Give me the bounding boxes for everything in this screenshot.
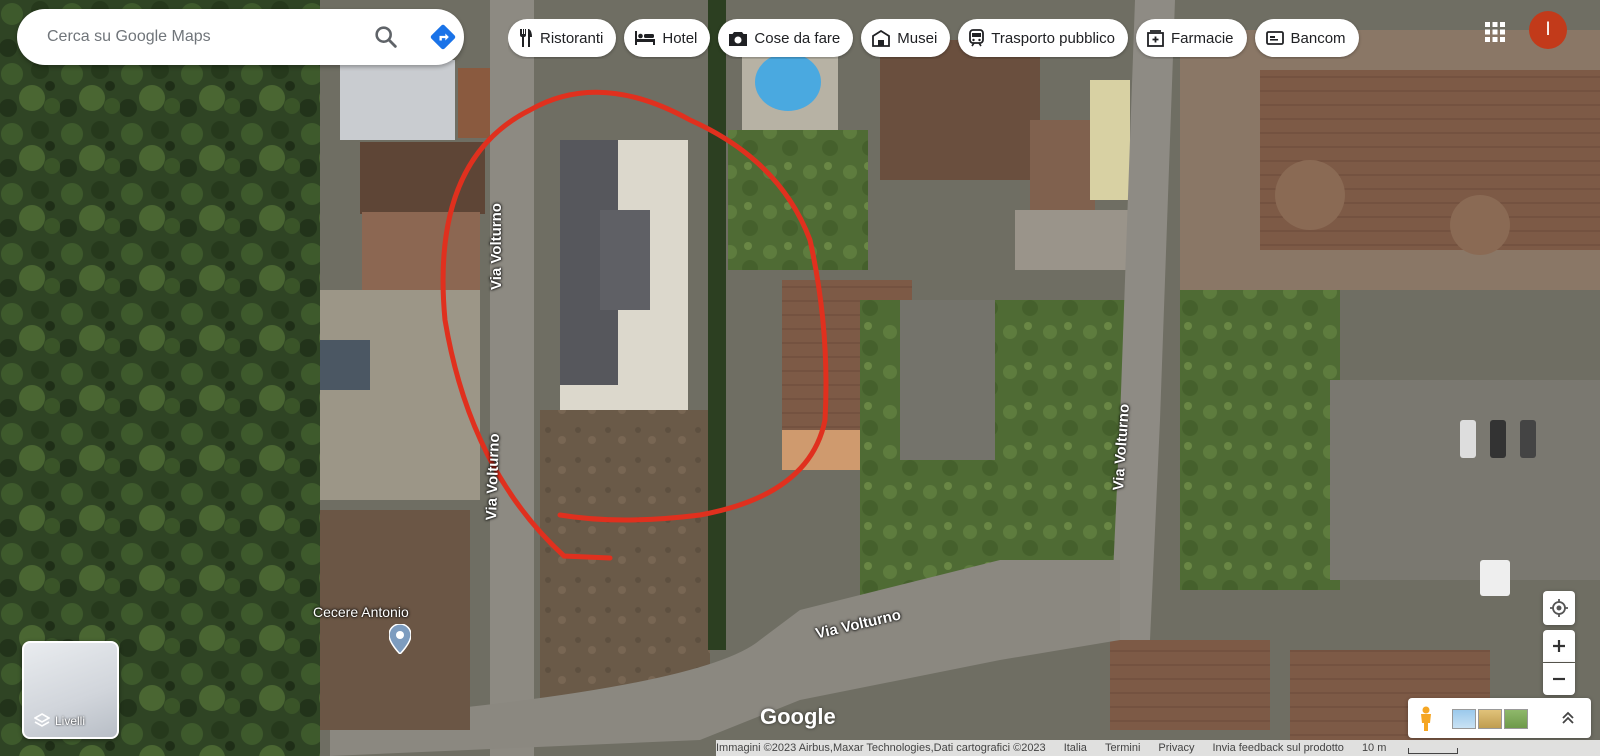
- chip-farmacie[interactable]: Farmacie: [1135, 19, 1247, 57]
- account-avatar[interactable]: I: [1529, 11, 1567, 49]
- scale-bar[interactable]: 10 m: [1362, 742, 1476, 754]
- chevron-up-icon[interactable]: [1560, 710, 1576, 726]
- chip-label: Bancom: [1290, 29, 1346, 47]
- apps-grid-icon[interactable]: [1482, 19, 1508, 45]
- search-icon[interactable]: [372, 23, 400, 51]
- street-label-mid-west: Via Volturno: [483, 433, 504, 521]
- crosshair-icon: [1550, 599, 1568, 617]
- chip-label: Hotel: [662, 29, 698, 47]
- chip-label: Musei: [897, 29, 938, 47]
- layers-button[interactable]: Livelli: [22, 641, 119, 739]
- google-logo: Google: [760, 704, 836, 729]
- layers-label: Livelli: [55, 714, 86, 728]
- plus-icon: [1553, 640, 1565, 652]
- place-label[interactable]: Cecere Antonio: [313, 604, 409, 620]
- imagery-thumb-terrain[interactable]: [1504, 709, 1528, 729]
- chip-hotel[interactable]: Hotel: [624, 19, 711, 57]
- atm-card-icon: [1265, 31, 1284, 45]
- directions-icon[interactable]: [429, 23, 457, 51]
- satellite-map[interactable]: [0, 0, 1600, 756]
- chip-label: Ristoranti: [540, 29, 604, 47]
- category-chips: Ristoranti Hotel Cose da fare Musei Tras…: [508, 19, 1427, 59]
- zoom-in-button[interactable]: [1543, 630, 1575, 662]
- imagery-thumb-sky[interactable]: [1452, 709, 1476, 729]
- layers-icon: [34, 713, 50, 727]
- camera-icon: [729, 31, 748, 46]
- terms-link[interactable]: Termini: [1105, 742, 1140, 754]
- privacy-link[interactable]: Privacy: [1158, 742, 1194, 754]
- search-input[interactable]: [45, 27, 349, 47]
- search-box: [17, 9, 464, 65]
- scale-label: 10 m: [1361, 742, 1387, 754]
- chip-label: Cose da fare: [754, 29, 841, 47]
- bed-icon: [635, 31, 656, 45]
- layers-label-wrap: Livelli: [34, 713, 85, 729]
- museum-icon: [872, 29, 891, 47]
- pegman-icon[interactable]: [1418, 706, 1434, 732]
- feedback-link[interactable]: Invia feedback sul prodotto: [1212, 742, 1343, 754]
- imagery-attribution: Immagini ©2023 Airbus,Maxar Technologies…: [716, 742, 1046, 754]
- minus-icon: [1553, 677, 1565, 681]
- chip-trasporto-pubblico[interactable]: Trasporto pubblico: [958, 19, 1128, 57]
- country-link[interactable]: Italia: [1064, 742, 1087, 754]
- chip-cose-da-fare[interactable]: Cose da fare: [718, 19, 854, 57]
- train-icon: [969, 29, 985, 47]
- chip-label: Farmacie: [1170, 29, 1234, 47]
- pharmacy-icon: [1147, 29, 1164, 47]
- fork-knife-icon: [520, 29, 532, 47]
- place-pin-icon[interactable]: [389, 624, 411, 654]
- street-label-north-west: Via Volturno: [488, 203, 505, 290]
- imagery-bar: [1408, 698, 1591, 738]
- imagery-thumb-desert[interactable]: [1478, 709, 1502, 729]
- zoom-out-button[interactable]: [1543, 663, 1575, 695]
- chip-ristoranti[interactable]: Ristoranti: [508, 19, 617, 57]
- map-footer: Immagini ©2023 Airbus,Maxar Technologies…: [716, 740, 1600, 756]
- my-location-button[interactable]: [1543, 591, 1575, 625]
- chip-musei[interactable]: Musei: [861, 19, 951, 57]
- chip-label: Trasporto pubblico: [991, 29, 1115, 47]
- scale-line: [1408, 748, 1459, 754]
- chip-bancomat[interactable]: Bancom: [1254, 19, 1359, 57]
